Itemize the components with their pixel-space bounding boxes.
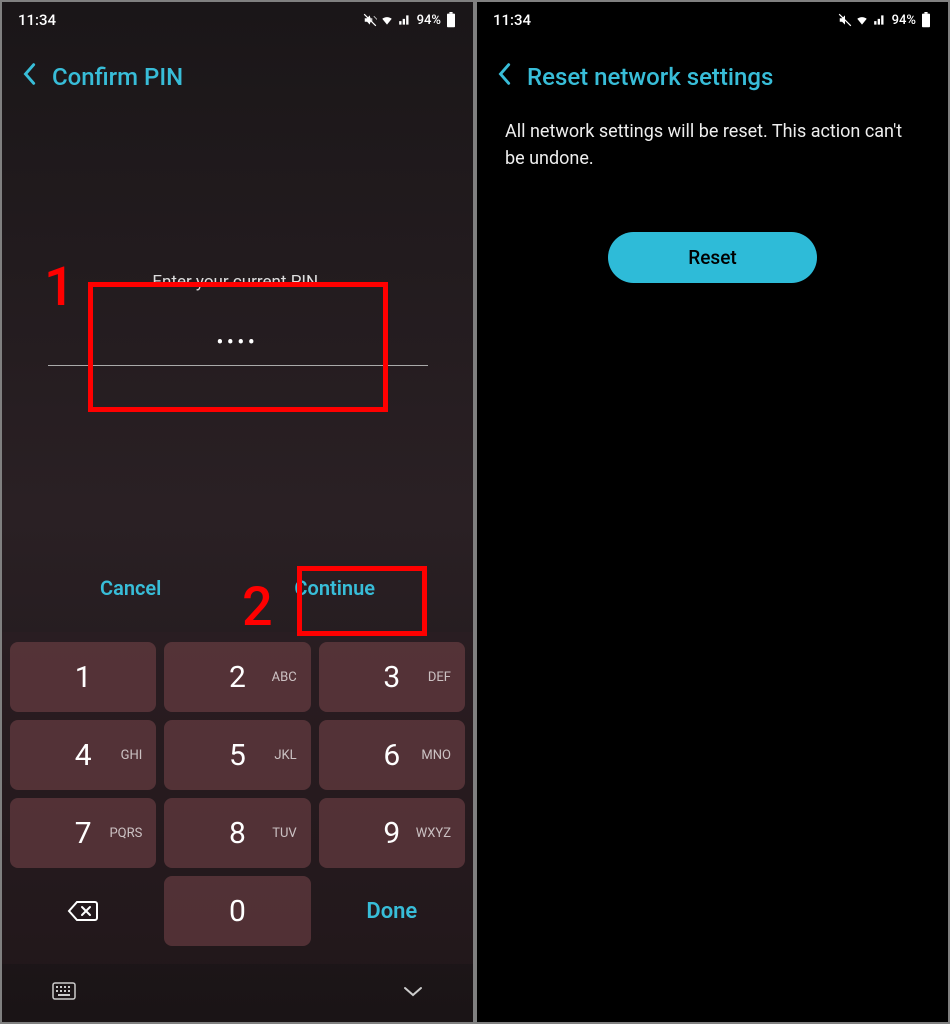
done-key[interactable]: Done: [319, 876, 465, 946]
key-2[interactable]: 2ABC: [164, 642, 310, 712]
status-bar: 11:34 94%: [2, 2, 473, 38]
phone-left-confirm-pin: 11:34 94% Confirm PIN Enter your current…: [2, 2, 473, 1022]
battery-icon: [445, 12, 457, 28]
key-7[interactable]: 7PQRS: [10, 798, 156, 868]
page-title: Confirm PIN: [52, 63, 183, 91]
key-0[interactable]: 0: [164, 876, 310, 946]
numeric-keypad: 12ABC3DEF 4GHI5JKL6MNO 7PQRS8TUV9WXYZ 0 Do…: [2, 632, 473, 964]
action-row: Cancel Continue: [32, 564, 443, 612]
keyboard-collapse-icon[interactable]: [403, 982, 423, 1004]
continue-button[interactable]: Continue: [286, 564, 383, 612]
key-5[interactable]: 5JKL: [164, 720, 310, 790]
status-right: 94%: [363, 12, 457, 28]
header: Confirm PIN: [2, 38, 473, 112]
signal-icon: [397, 13, 413, 27]
battery-text: 94%: [417, 13, 441, 28]
reset-body: All network settings will be reset. This…: [477, 112, 948, 283]
chevron-left-icon: [497, 62, 511, 86]
key-6[interactable]: 6MNO: [319, 720, 465, 790]
key-8[interactable]: 8TUV: [164, 798, 310, 868]
status-time: 11:34: [18, 11, 56, 29]
reset-button[interactable]: Reset: [608, 232, 816, 283]
status-bar: 11:34 94%: [477, 2, 948, 38]
key-1[interactable]: 1: [10, 642, 156, 712]
battery-icon: [920, 12, 932, 28]
back-button[interactable]: [22, 62, 36, 92]
chevron-left-icon: [22, 62, 36, 86]
key-3[interactable]: 3DEF: [319, 642, 465, 712]
key-9[interactable]: 9WXYZ: [319, 798, 465, 868]
mute-icon: [838, 13, 852, 27]
keyboard-bottom-bar: [2, 964, 473, 1022]
page-title: Reset network settings: [527, 63, 773, 91]
header: Reset network settings: [477, 38, 948, 112]
wifi-icon: [854, 13, 870, 27]
status-time: 11:34: [493, 11, 531, 29]
wifi-icon: [379, 13, 395, 27]
signal-icon: [872, 13, 888, 27]
cancel-button[interactable]: Cancel: [92, 564, 169, 612]
backspace-key[interactable]: [10, 876, 156, 946]
back-button[interactable]: [497, 62, 511, 92]
mute-icon: [363, 13, 377, 27]
phone-right-reset-network: 11:34 94% Reset network settings All net…: [477, 2, 948, 1022]
pin-entry-area: Enter your current PIN. •••• Cancel Cont…: [2, 112, 473, 632]
reset-description: All network settings will be reset. This…: [505, 118, 920, 172]
keyboard-switch-icon[interactable]: [52, 982, 76, 1004]
pin-prompt: Enter your current PIN.: [152, 272, 322, 292]
battery-text: 94%: [892, 13, 916, 28]
backspace-icon: [67, 899, 99, 923]
pin-masked-value: ••••: [217, 332, 259, 353]
status-icons: [363, 13, 413, 27]
status-right: 94%: [838, 12, 932, 28]
status-icons: [838, 13, 888, 27]
key-4[interactable]: 4GHI: [10, 720, 156, 790]
pin-underline: [48, 365, 428, 366]
